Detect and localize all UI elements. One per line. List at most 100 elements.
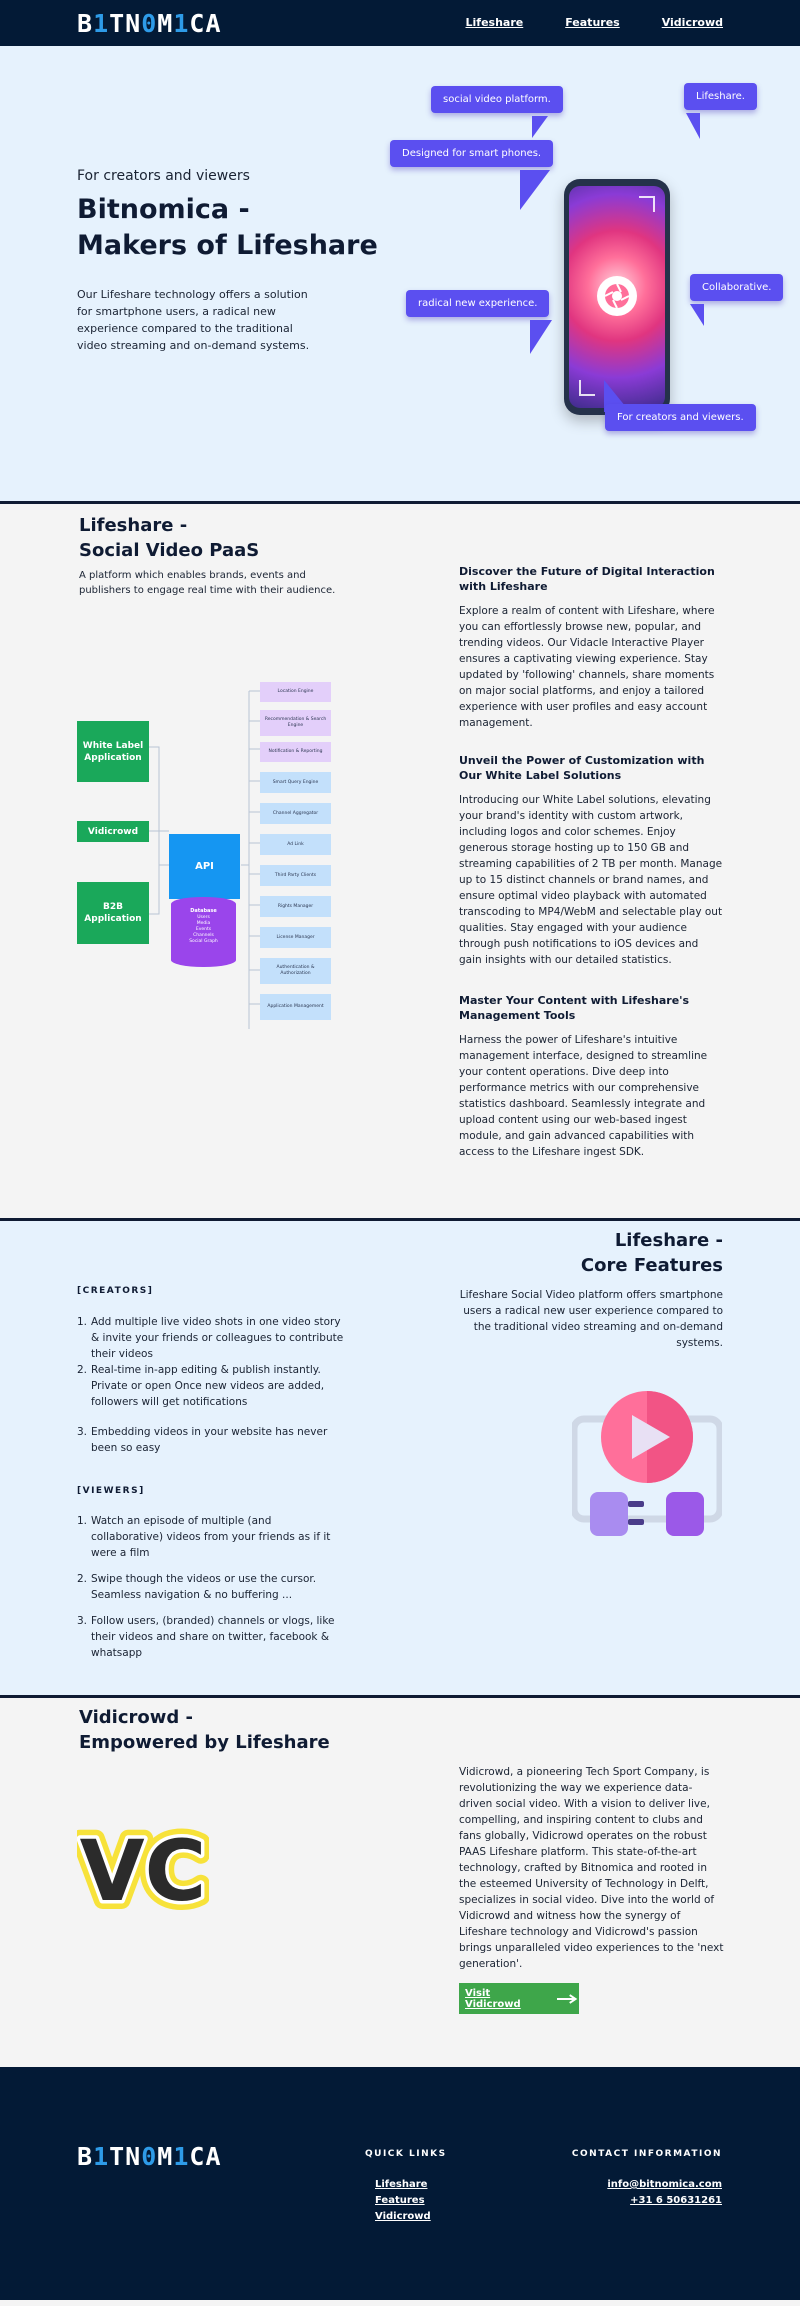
phone-screen xyxy=(569,186,665,408)
feature-block: Master Your Content with Lifeshare's Man… xyxy=(459,993,724,1160)
logo-part: CA xyxy=(189,9,222,38)
phone-notch xyxy=(602,179,632,186)
top-nav: B1TN0M1CA Lifeshare Features Vidicrowd xyxy=(0,0,800,46)
nav-links: Lifeshare Features Vidicrowd xyxy=(466,16,723,29)
speech-bubble: Designed for smart phones. xyxy=(390,140,554,167)
feature-title: Unveil the Power of Customization with O… xyxy=(459,754,705,782)
feature-title: Master Your Content with Lifeshare's Man… xyxy=(459,994,690,1022)
paas-section: Lifeshare - Social Video PaaS A platform… xyxy=(0,501,800,1218)
list-item: 1. Watch an episode of multiple (and coll… xyxy=(77,1513,345,1561)
logo-part: M xyxy=(157,2142,174,2171)
section-title-line: Vidicrowd - xyxy=(79,1707,194,1728)
footer-link-features[interactable]: Features xyxy=(375,2193,431,2209)
bubble-tail xyxy=(532,116,548,138)
footer: B1TN0M1CA QUICK LINKS Lifeshare Features… xyxy=(0,2067,800,2300)
footer-link-vidicrowd[interactable]: Vidicrowd xyxy=(375,2209,431,2225)
diagram-service: Recommendation & Search Engine xyxy=(260,710,331,736)
list-item: 2. Real-time in-app editing & publish ins… xyxy=(77,1362,345,1410)
list-item: 2. Swipe though the videos or use the cur… xyxy=(77,1571,345,1603)
speech-bubble: radical new experience. xyxy=(406,290,550,317)
logo-part: 0 xyxy=(141,2142,158,2171)
speech-bubble: Collaborative. xyxy=(690,274,784,301)
logo-part: TN xyxy=(109,2142,142,2171)
logo-part: 0 xyxy=(141,9,158,38)
frame-corner-icon xyxy=(579,380,595,396)
diagram-service: Ad Link xyxy=(260,834,331,855)
vidicrowd-description: Vidicrowd, a pioneering Tech Sport Compa… xyxy=(459,1766,724,1970)
feature-title: Discover the Future of Digital Interacti… xyxy=(459,565,715,593)
list-item: 3. Follow users, (branded) channels or vl… xyxy=(77,1613,345,1661)
logo-part: B xyxy=(77,2142,94,2171)
list-item-text: Real-time in-app editing & publish insta… xyxy=(91,1364,325,1408)
diagram-service: License Manager xyxy=(260,927,331,948)
hero-title: Bitnomica - Makers of Lifeshare xyxy=(77,192,378,264)
contact-heading: CONTACT INFORMATION xyxy=(571,2149,722,2159)
diagram-client-box: White Label Application xyxy=(77,721,149,782)
section-title-line: Lifeshare - xyxy=(79,515,188,536)
section-title-line: Lifeshare - xyxy=(614,1230,723,1251)
logo-part: TN xyxy=(109,9,142,38)
section-title: Vidicrowd - Empowered by Lifeshare xyxy=(79,1705,330,1755)
hero-kicker: For creators and viewers xyxy=(77,168,250,184)
diagram-client-box: B2B Application xyxy=(77,882,149,944)
footer-contact: info@bitnomica.com +31 6 50631261 xyxy=(607,2177,722,2209)
speech-bubble: For creators and viewers. xyxy=(605,404,756,431)
aperture-icon xyxy=(597,276,637,316)
list-item: 3. Embedding videos in your website has n… xyxy=(77,1424,345,1456)
section-title: Lifeshare - Social Video PaaS xyxy=(79,513,259,563)
hero-section: For creators and viewers Bitnomica - Mak… xyxy=(0,46,800,501)
list-item: 1. Add multiple live video shots in one v… xyxy=(77,1316,344,1360)
section-title-line: Social Video PaaS xyxy=(79,540,260,561)
vidicrowd-logo: VC VC xyxy=(77,1818,209,1922)
button-label: Visit Vidicrowd xyxy=(465,1987,521,2010)
viewers-label: [VIEWERS] xyxy=(77,1486,145,1496)
nav-link-features[interactable]: Features xyxy=(565,16,619,29)
core-features-section: Lifeshare - Core Features Lifeshare Soci… xyxy=(0,1218,800,1695)
feature-block: Unveil the Power of Customization with O… xyxy=(459,753,724,968)
logo-part: 1 xyxy=(173,2142,190,2171)
frame-corner-icon xyxy=(639,196,655,212)
bubble-tail xyxy=(686,113,700,139)
page: B1TN0M1CA Lifeshare Features Vidicrowd F… xyxy=(0,0,800,2300)
bubble-tail xyxy=(530,320,552,354)
arrow-right-icon xyxy=(557,1993,578,2004)
section-title: Lifeshare - Core Features xyxy=(581,1228,723,1278)
logo-part: CA xyxy=(189,2142,222,2171)
diagram-service: Smart Query Engine xyxy=(260,772,331,793)
logo-part: 1 xyxy=(93,9,110,38)
diagram-client-box: Vidicrowd xyxy=(77,821,149,842)
nav-link-vidicrowd[interactable]: Vidicrowd xyxy=(662,16,723,29)
feature-text: Introducing our White Label solutions, e… xyxy=(459,794,723,966)
diagram-service: Application Management xyxy=(260,994,331,1020)
vidicrowd-logo-text: VC xyxy=(80,1822,207,1920)
hero-description: Our Lifeshare technology offers a soluti… xyxy=(77,288,310,352)
brand-logo[interactable]: B1TN0M1CA xyxy=(77,9,222,38)
database-title: Database xyxy=(190,908,217,914)
footer-logo[interactable]: B1TN0M1CA xyxy=(77,2142,222,2171)
quick-links-heading: QUICK LINKS xyxy=(365,2149,447,2159)
viewers-list: 1. Watch an episode of multiple (and coll… xyxy=(77,1513,345,1661)
feature-text: Explore a realm of content with Lifeshar… xyxy=(459,605,715,729)
section-title-line: Core Features xyxy=(580,1255,723,1276)
hero-title-line: Makers of Lifeshare xyxy=(77,230,378,261)
list-item-text: Add multiple live video shots in one vid… xyxy=(91,1316,344,1360)
list-item-text: Swipe though the videos or use the curso… xyxy=(91,1573,317,1601)
logo-part: 1 xyxy=(173,9,190,38)
feature-block: Discover the Future of Digital Interacti… xyxy=(459,564,724,731)
creators-label: [CREATORS] xyxy=(77,1286,154,1296)
diagram-service: Channel Aggregator xyxy=(260,803,331,824)
contact-phone-link[interactable]: +31 6 50631261 xyxy=(607,2193,722,2209)
diagram-api-box: API xyxy=(169,834,240,899)
nav-link-lifeshare[interactable]: Lifeshare xyxy=(466,16,524,29)
visit-vidicrowd-button[interactable]: Visit Vidicrowd xyxy=(459,1983,579,2014)
list-item-text: Watch an episode of multiple (and collab… xyxy=(91,1515,331,1559)
list-item-text: Embedding videos in your website has nev… xyxy=(91,1426,328,1454)
diagram-database: Database Users Media Events Channels Soc… xyxy=(171,897,236,967)
contact-email-link[interactable]: info@bitnomica.com xyxy=(607,2177,722,2193)
footer-quick-links: Lifeshare Features Vidicrowd xyxy=(375,2177,431,2225)
logo-part: 1 xyxy=(93,2142,110,2171)
video-plug-icon xyxy=(572,1391,722,1536)
logo-part: M xyxy=(157,9,174,38)
section-subtitle: A platform which enables brands, events … xyxy=(79,570,336,596)
footer-link-lifeshare[interactable]: Lifeshare xyxy=(375,2177,431,2193)
